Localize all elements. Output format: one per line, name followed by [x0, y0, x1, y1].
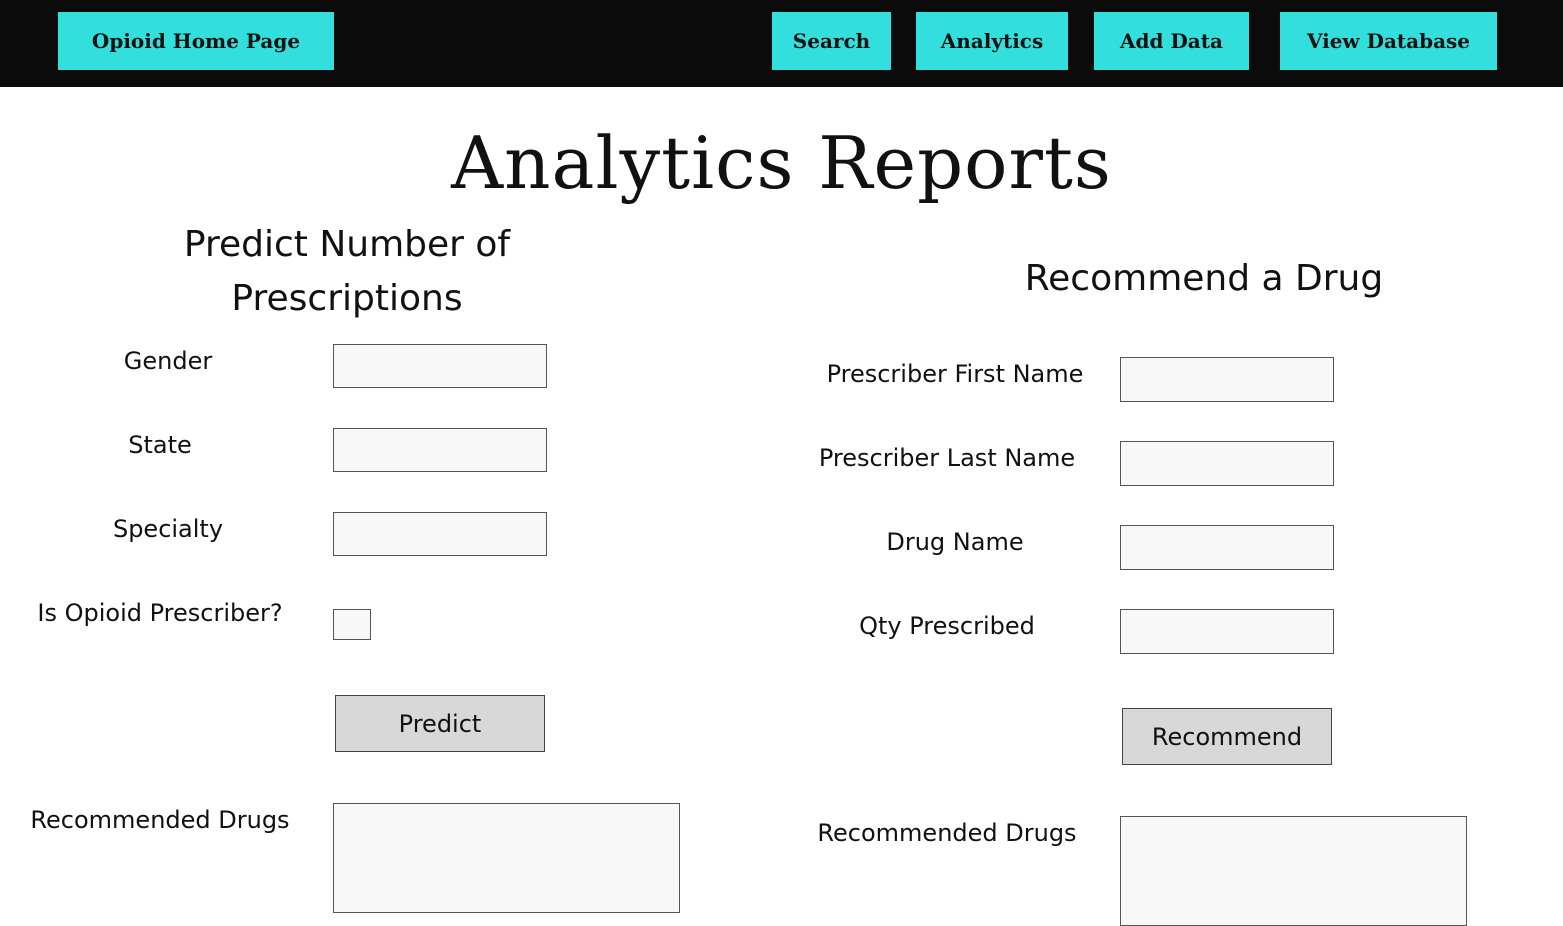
gender-input[interactable] — [333, 344, 547, 388]
specialty-label: Specialty — [112, 515, 224, 543]
drug-name-label: Drug Name — [886, 528, 1024, 556]
is-opioid-prescriber-label: Is Opioid Prescriber? — [37, 599, 283, 627]
analytics-button[interactable]: Analytics — [916, 12, 1068, 70]
prescriber-first-name-label: Prescriber First Name — [826, 360, 1084, 388]
predict-recommended-drugs-output[interactable] — [333, 803, 680, 913]
add-data-button[interactable]: Add Data — [1094, 12, 1249, 70]
predict-title-line2: Prescriptions — [231, 278, 463, 319]
predict-title-line1: Predict Number of — [183, 224, 511, 265]
predict-section-title: Predict Number of Prescriptions — [147, 218, 547, 326]
view-database-button[interactable]: View Database — [1280, 12, 1497, 70]
recommend-button[interactable]: Recommend — [1122, 708, 1332, 765]
is-opioid-prescriber-checkbox[interactable] — [333, 609, 371, 640]
prescriber-last-name-input[interactable] — [1120, 441, 1334, 486]
predict-button[interactable]: Predict — [335, 695, 545, 752]
top-nav-bar: Opioid Home Page Search Analytics Add Da… — [0, 0, 1563, 87]
qty-prescribed-input[interactable] — [1120, 609, 1334, 654]
prescriber-last-name-label: Prescriber Last Name — [818, 444, 1076, 472]
state-label: State — [128, 431, 192, 459]
drug-name-input[interactable] — [1120, 525, 1334, 570]
search-button[interactable]: Search — [772, 12, 891, 70]
specialty-input[interactable] — [333, 512, 547, 556]
state-input[interactable] — [333, 428, 547, 472]
recommend-recommended-drugs-label: Recommended Drugs — [817, 819, 1077, 847]
predict-recommended-drugs-label: Recommended Drugs — [30, 806, 290, 834]
opioid-home-page-button[interactable]: Opioid Home Page — [58, 12, 334, 70]
prescriber-first-name-input[interactable] — [1120, 357, 1334, 402]
recommend-recommended-drugs-output[interactable] — [1120, 816, 1467, 926]
page-title: Analytics Reports — [451, 121, 1112, 205]
qty-prescribed-label: Qty Prescribed — [859, 612, 1035, 640]
gender-label: Gender — [123, 347, 213, 375]
recommend-section-title: Recommend a Drug — [1024, 258, 1384, 299]
